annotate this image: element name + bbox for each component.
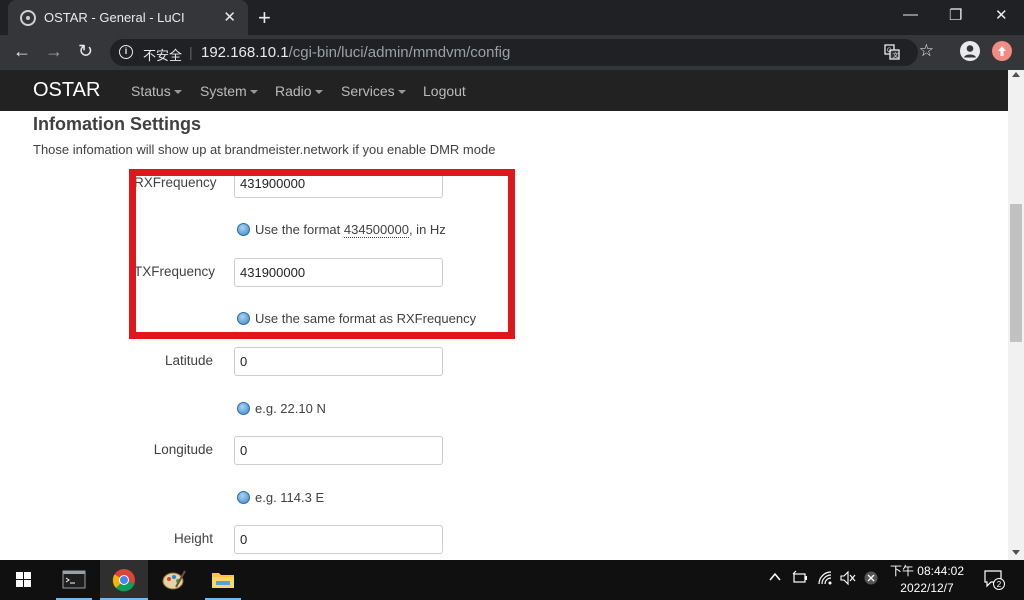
windows-taskbar: 下午 08:44:02 2022/12/7 2 (0, 560, 1024, 600)
longitude-hint: e.g. 114.3 E (237, 490, 324, 505)
hint-text: e.g. 114.3 E (255, 490, 325, 505)
terminal-taskbar-icon[interactable] (50, 560, 98, 600)
scroll-up-arrow-icon[interactable] (1012, 72, 1020, 77)
clock-time: 下午 08:44:02 (889, 564, 965, 578)
menu-radio-label: Radio (275, 83, 312, 99)
menu-status-label: Status (131, 83, 171, 99)
chevron-down-icon (397, 90, 406, 95)
brand-logo[interactable]: OSTAR (33, 79, 100, 102)
page-scrollbar[interactable] (1008, 70, 1024, 560)
chevron-down-icon (173, 90, 182, 95)
address-bar[interactable]: i 不安全 | 192.168.10.1/cgi-bin/luci/admin/… (110, 39, 934, 66)
start-button[interactable] (0, 560, 48, 600)
browser-toolbar: ← → ↻ i 不安全 | 192.168.10.1/cgi-bin/luci/… (0, 35, 1024, 70)
menu-status[interactable]: Status (131, 83, 182, 99)
update-menu-icon[interactable] (992, 41, 1012, 61)
menu-services-label: Services (341, 83, 395, 99)
volume-muted-icon[interactable] (840, 570, 856, 589)
clock-date: 2022/12/7 (900, 581, 954, 595)
menu-radio[interactable]: Radio (275, 83, 323, 99)
hint-text: e.g. 22.10 N (255, 401, 326, 416)
url-host: 192.168.10.1 (201, 44, 289, 61)
back-button[interactable]: ← (13, 41, 31, 62)
chevron-down-icon (249, 90, 258, 95)
annotation-highlight-box (129, 169, 515, 339)
security-status: 不安全 (143, 48, 183, 63)
reload-button[interactable]: ↻ (78, 41, 93, 62)
show-hidden-icons-button[interactable] (768, 570, 782, 587)
page-viewport: OSTAR Status System Radio Services Logou… (0, 70, 1008, 560)
menu-services[interactable]: Services (341, 83, 406, 99)
power-battery-icon[interactable] (792, 570, 808, 589)
taskbar-clock[interactable]: 下午 08:44:02 2022/12/7 (884, 563, 970, 597)
chevron-down-icon (314, 90, 323, 95)
menu-system[interactable]: System (200, 83, 258, 99)
tab-close-icon[interactable]: ✕ (223, 8, 236, 26)
tab-title: OSTAR - General - LuCI (44, 10, 185, 25)
close-window-button[interactable]: ✕ (995, 6, 1008, 24)
file-explorer-taskbar-icon[interactable] (199, 560, 247, 600)
notification-count: 2 (997, 580, 1002, 589)
no-network-icon[interactable] (863, 570, 879, 589)
svg-text:G: G (887, 48, 892, 54)
latitude-label: Latitude (164, 353, 213, 368)
omnibox-separator: | (189, 44, 193, 60)
section-description: Those infomation will show up at brandme… (33, 142, 496, 157)
url-path: /cgi-bin/luci/admin/mmdvm/config (288, 44, 511, 61)
browser-tabstrip: OSTAR - General - LuCI ✕ + — ❐ ✕ (0, 0, 1024, 35)
bookmark-star-icon[interactable]: ☆ (919, 41, 934, 61)
profile-avatar-icon[interactable] (960, 41, 980, 61)
svg-text:文: 文 (893, 52, 899, 60)
longitude-label: Longitude (153, 442, 213, 457)
new-tab-button[interactable]: + (258, 5, 271, 31)
height-input[interactable] (234, 525, 443, 554)
site-info-icon[interactable]: i (119, 45, 133, 59)
scroll-down-arrow-icon[interactable] (1012, 550, 1020, 555)
menu-system-label: System (200, 83, 247, 99)
url-text[interactable]: 192.168.10.1/cgi-bin/luci/admin/mmdvm/co… (201, 44, 510, 61)
help-icon (237, 491, 250, 504)
paint-taskbar-icon[interactable] (150, 560, 198, 600)
menu-logout[interactable]: Logout (423, 83, 466, 99)
section-title: Infomation Settings (33, 114, 201, 134)
height-label: Height (173, 531, 213, 546)
minimize-button[interactable]: — (903, 6, 918, 23)
wifi-icon[interactable] (817, 570, 833, 589)
luci-favicon-icon (20, 10, 36, 26)
luci-navbar: OSTAR Status System Radio Services Logou… (0, 70, 1008, 111)
longitude-input[interactable] (234, 436, 443, 465)
chrome-taskbar-icon[interactable] (100, 560, 148, 600)
browser-tab[interactable]: OSTAR - General - LuCI ✕ (8, 0, 248, 35)
latitude-input[interactable] (234, 347, 443, 376)
latitude-hint: e.g. 22.10 N (237, 401, 326, 416)
forward-button[interactable]: → (45, 41, 63, 62)
action-center-icon[interactable]: 2 (983, 568, 1005, 593)
restore-button[interactable]: ❐ (949, 6, 962, 24)
translate-icon[interactable]: G文 (884, 44, 900, 63)
help-icon (237, 402, 250, 415)
scroll-thumb[interactable] (1010, 204, 1022, 342)
